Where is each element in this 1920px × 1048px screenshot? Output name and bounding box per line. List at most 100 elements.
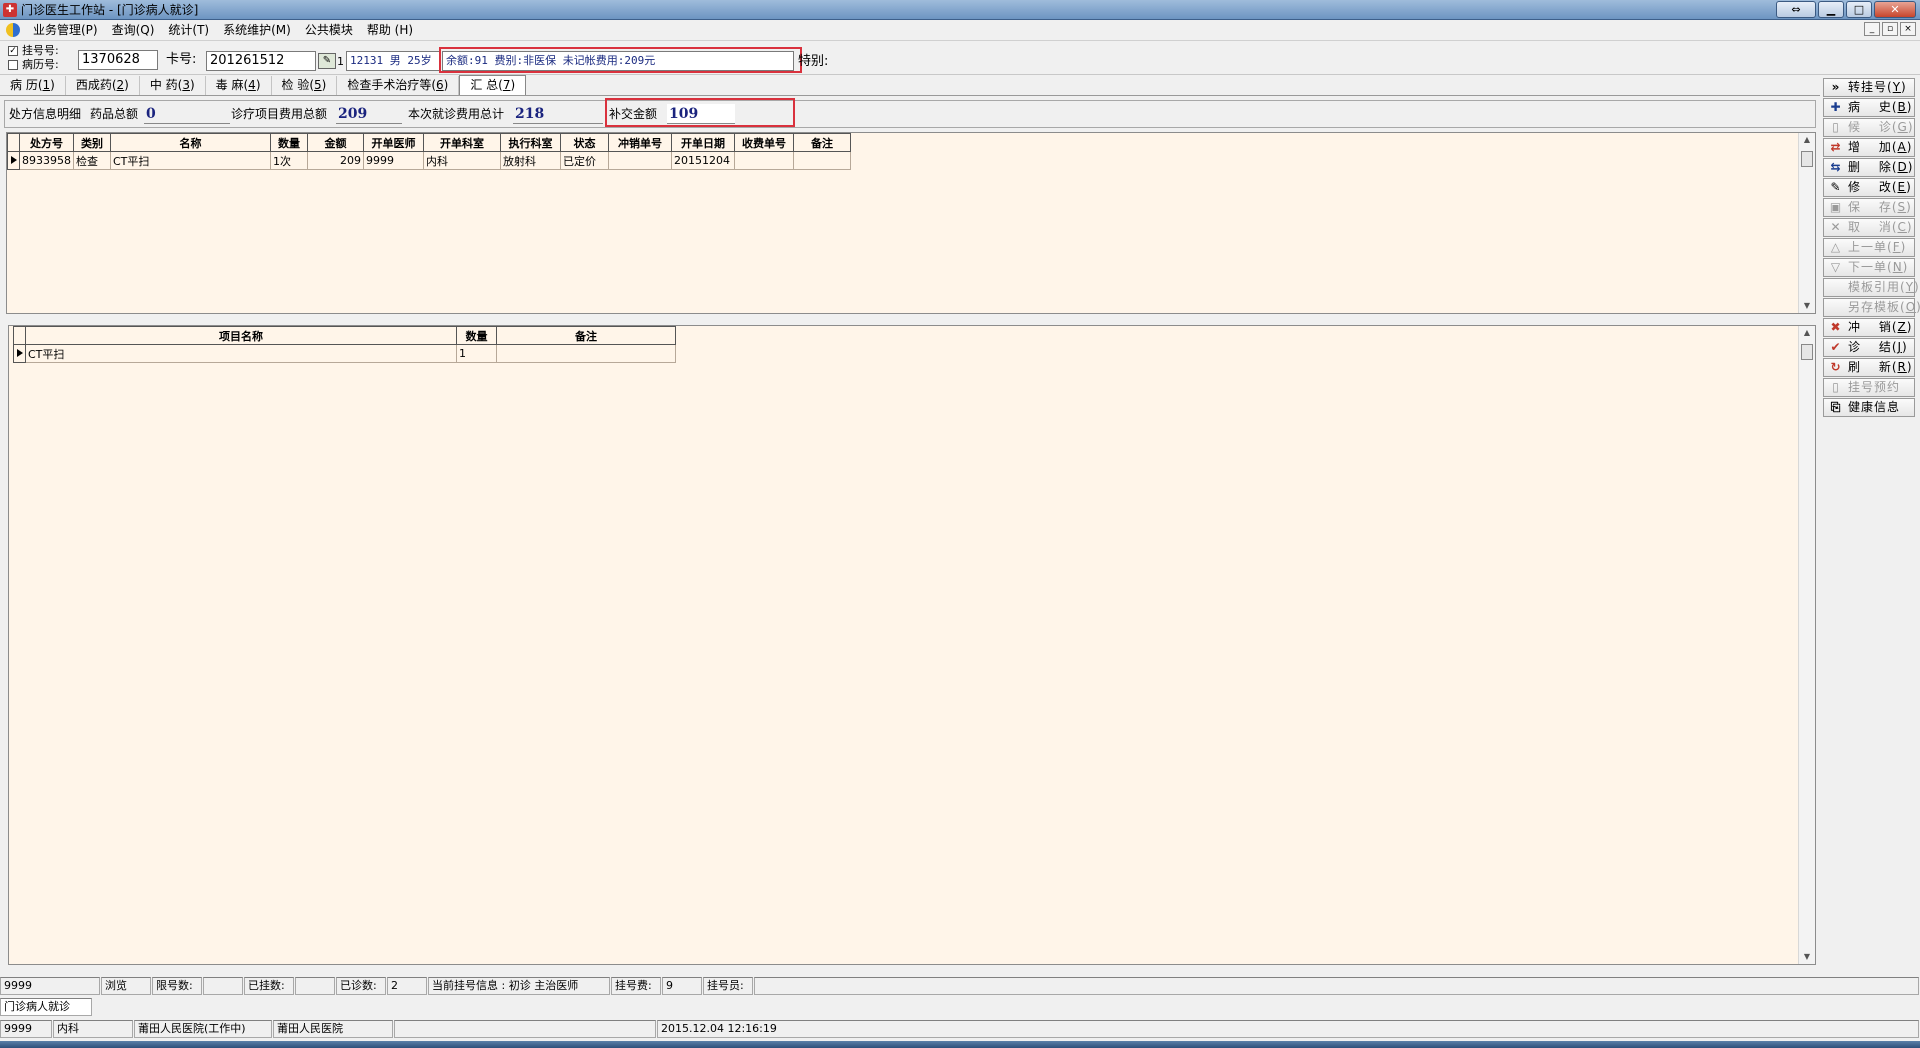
tab-lab-test[interactable]: 检 验(5) <box>272 76 338 95</box>
appointment-icon: ▯ <box>1832 380 1840 394</box>
toolbar-button-11[interactable]: 另存模板(O) <box>1823 298 1920 317</box>
checkbox-unchecked[interactable] <box>8 60 18 70</box>
toolbar-button-13[interactable]: ✔ 诊 结(J) <box>1823 338 1915 357</box>
table-row[interactable]: CT平扫 1 <box>13 344 676 363</box>
toolbar-button-label: 另存模板( <box>1848 300 1906 314</box>
toolbar-button-2[interactable]: ▯ 候 诊(G) <box>1823 118 1915 137</box>
scroll-thumb[interactable] <box>1801 151 1813 167</box>
col-exec-dept[interactable]: 执行科室 <box>500 133 561 152</box>
toolbar-accelerator-key: Z <box>1897 320 1907 334</box>
treatment-total-value: 209 <box>336 104 402 124</box>
card-reader-icon[interactable]: ✎ <box>318 53 336 69</box>
menu-business[interactable]: 业务管理(P) <box>26 20 105 40</box>
window-titlebar: ✚ 门诊医生工作站 - [门诊病人就诊] ⇔ ▁ □ ✕ <box>0 0 1920 20</box>
toolbar-button-10[interactable]: 模板引用(Y) <box>1823 278 1919 297</box>
toolbar-button-16[interactable]: ⎘ 健康信息 <box>1823 398 1915 417</box>
edit-icon: ✎ <box>1830 180 1842 194</box>
statusbar-session: 9999 内科 莆田人民医院(工作中) 莆田人民医院 2015.12.04 12… <box>0 1020 1920 1038</box>
toolbar-button-5[interactable]: ✎ 修 改(E) <box>1823 178 1915 197</box>
status-registrar-value <box>754 977 1919 995</box>
reg-no-checkbox[interactable]: ✓ 挂号号: <box>8 45 59 57</box>
tab-summary[interactable]: 汇 总(7) <box>459 75 527 95</box>
menu-statistics[interactable]: 统计(T) <box>161 20 216 40</box>
table-row[interactable]: 8933958 检查 CT平扫 1次 209 9999 内科 放射科 已定价 2… <box>7 151 851 170</box>
tab-western-medicine[interactable]: 西成药(2) <box>66 76 140 95</box>
summary-items-table: 项目名称 数量 备注 CT平扫 1 <box>13 326 676 363</box>
col-amount[interactable]: 金额 <box>307 133 364 152</box>
scroll-up-icon[interactable]: ▲ <box>1799 133 1815 147</box>
mdi-close-button[interactable]: × <box>1900 22 1916 36</box>
menu-help[interactable]: 帮助 (H) <box>360 20 420 40</box>
col-order-dept[interactable]: 开单科室 <box>423 133 501 152</box>
menu-system[interactable]: 系统维护(M) <box>216 20 298 40</box>
scroll-down-icon[interactable]: ▼ <box>1799 950 1815 964</box>
checkbox-checked[interactable]: ✓ <box>8 46 18 56</box>
col-status[interactable]: 状态 <box>560 133 609 152</box>
close-button[interactable]: ✕ <box>1874 1 1916 18</box>
top-grid-scrollbar[interactable]: ▲ ▼ <box>1798 133 1815 313</box>
toolbar-accelerator-key: B <box>1897 100 1907 114</box>
status-seen-value: 2 <box>387 977 427 995</box>
toolbar-accelerator-key: N <box>1892 260 1903 274</box>
col-charge-no[interactable]: 收费单号 <box>734 133 794 152</box>
menu-public[interactable]: 公共模块 <box>298 20 360 40</box>
order-items-table: 处方号 类别 名称 数量 金额 开单医师 开单科室 执行科室 状态 冲销单号 开… <box>7 133 851 170</box>
status-registrar-label: 挂号员: <box>703 977 753 995</box>
toolbar-button-15[interactable]: ▯ 挂号预约 <box>1823 378 1915 397</box>
minimize-button[interactable]: ▁ <box>1818 1 1844 18</box>
patient-summary-field: 12131 男 25岁 <box>346 51 440 71</box>
bottom-grid-scrollbar[interactable]: ▲ ▼ <box>1798 326 1815 964</box>
col-doctor[interactable]: 开单医师 <box>363 133 424 152</box>
toolbar-button-8[interactable]: △ 上一单(F) <box>1823 238 1915 257</box>
toolbar-accelerator-key: S <box>1897 200 1907 214</box>
restore-extra-button[interactable]: ⇔ <box>1776 1 1816 18</box>
scroll-up-icon[interactable]: ▲ <box>1799 326 1815 340</box>
toolbar-accelerator-key: O <box>1905 300 1917 314</box>
mdi-tab-strip: 门诊病人就诊 <box>0 998 1920 1016</box>
record-no-checkbox[interactable]: 病历号: <box>8 59 59 71</box>
toolbar-button-1[interactable]: ✚ 病 史(B) <box>1823 98 1915 117</box>
status-limit-label: 限号数: <box>152 977 202 995</box>
tab-exam-surgery[interactable]: 检查手术治疗等(6) <box>337 76 460 95</box>
toolbar-button-12[interactable]: ✖ 冲 销(Z) <box>1823 318 1915 337</box>
row-pointer-icon <box>13 344 26 363</box>
tab-medical-record[interactable]: 病 历(1) <box>0 76 66 95</box>
toolbar-button-0[interactable]: » 转挂号(Y) <box>1823 78 1915 97</box>
toolbar-button-14[interactable]: ↻ 刷 新(R) <box>1823 358 1915 377</box>
scroll-thumb[interactable] <box>1801 344 1813 360</box>
os-taskbar <box>0 1041 1920 1048</box>
toolbar-button-9[interactable]: ▽ 下一单(N) <box>1823 258 1915 277</box>
row-pointer-icon <box>7 151 20 170</box>
toolbar-button-label: 转挂号( <box>1848 80 1893 94</box>
maximize-button[interactable]: □ <box>1846 1 1872 18</box>
toolbar-button-6[interactable]: ▣ 保 存(S) <box>1823 198 1915 217</box>
toolbar-button-label: 上一单( <box>1848 240 1893 254</box>
fee-summary-row: 处方信息明细 药品总额 0 诊疗项目费用总额 209 本次就诊费用总计 218 … <box>4 98 1816 128</box>
card-no-input[interactable]: 201261512 <box>206 51 316 71</box>
tab-chinese-medicine[interactable]: 中 药(3) <box>140 76 206 95</box>
col-name[interactable]: 名称 <box>110 133 271 152</box>
status-registered-value <box>295 977 335 995</box>
col-item-name[interactable]: 项目名称 <box>25 326 457 345</box>
mdi-tab-patient-visit[interactable]: 门诊病人就诊 <box>0 998 92 1016</box>
tab-narcotics[interactable]: 毒 麻(4) <box>206 76 272 95</box>
toolbar-button-3[interactable]: ⇄ 增 加(A) <box>1823 138 1915 157</box>
col-reversal-no[interactable]: 冲销单号 <box>608 133 672 152</box>
double-chevron-icon: » <box>1831 80 1841 94</box>
mdi-restore-button[interactable]: ▫ <box>1882 22 1898 36</box>
col-order-date[interactable]: 开单日期 <box>671 133 735 152</box>
status-seen-label: 已诊数: <box>336 977 386 995</box>
toolbar-button-7[interactable]: ✕ 取 消(C) <box>1823 218 1915 237</box>
col-item-remark[interactable]: 备注 <box>496 326 676 345</box>
col-quantity[interactable]: 数量 <box>270 133 308 152</box>
toolbar-button-4[interactable]: ⇆ 删 除(D) <box>1823 158 1915 177</box>
mdi-minimize-button[interactable]: _ <box>1864 22 1880 36</box>
menu-query[interactable]: 查询(Q) <box>105 20 162 40</box>
reg-no-input[interactable]: 1370628 <box>78 50 158 70</box>
toolbar-button-label: 冲 销( <box>1848 320 1898 334</box>
col-category[interactable]: 类别 <box>73 133 111 152</box>
col-item-quantity[interactable]: 数量 <box>456 326 497 345</box>
scroll-down-icon[interactable]: ▼ <box>1799 299 1815 313</box>
col-prescription-no[interactable]: 处方号 <box>19 133 74 152</box>
col-remark[interactable]: 备注 <box>793 133 851 152</box>
